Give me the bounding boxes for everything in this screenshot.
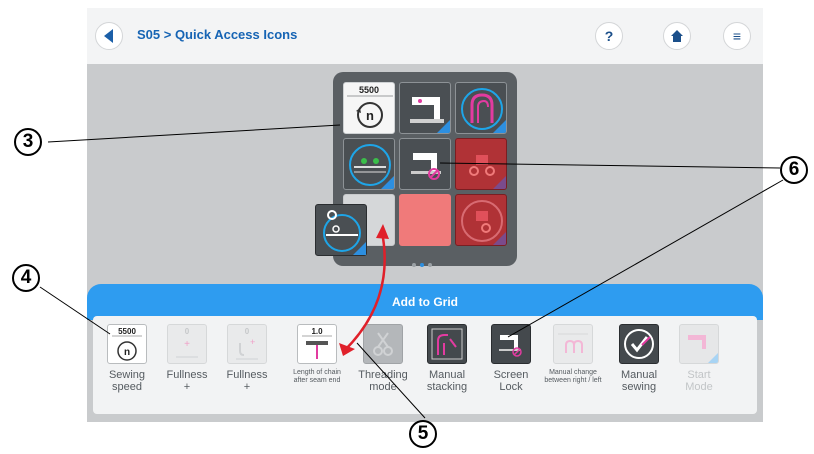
leader-line-3 <box>47 124 341 143</box>
drag-arrow <box>344 231 386 351</box>
leader-line-5 <box>356 342 426 419</box>
callout-5: 5 <box>409 420 437 448</box>
leader-line-4 <box>39 286 111 335</box>
arrow-head-down <box>339 343 355 356</box>
arrow-head-up <box>376 224 389 239</box>
callout-6: 6 <box>780 156 808 184</box>
leader-line-6b <box>507 179 784 338</box>
leader-line-6a <box>439 162 781 169</box>
annotation-overlay <box>39 124 784 419</box>
callout-4: 4 <box>12 264 40 292</box>
callout-3: 3 <box>14 128 42 156</box>
